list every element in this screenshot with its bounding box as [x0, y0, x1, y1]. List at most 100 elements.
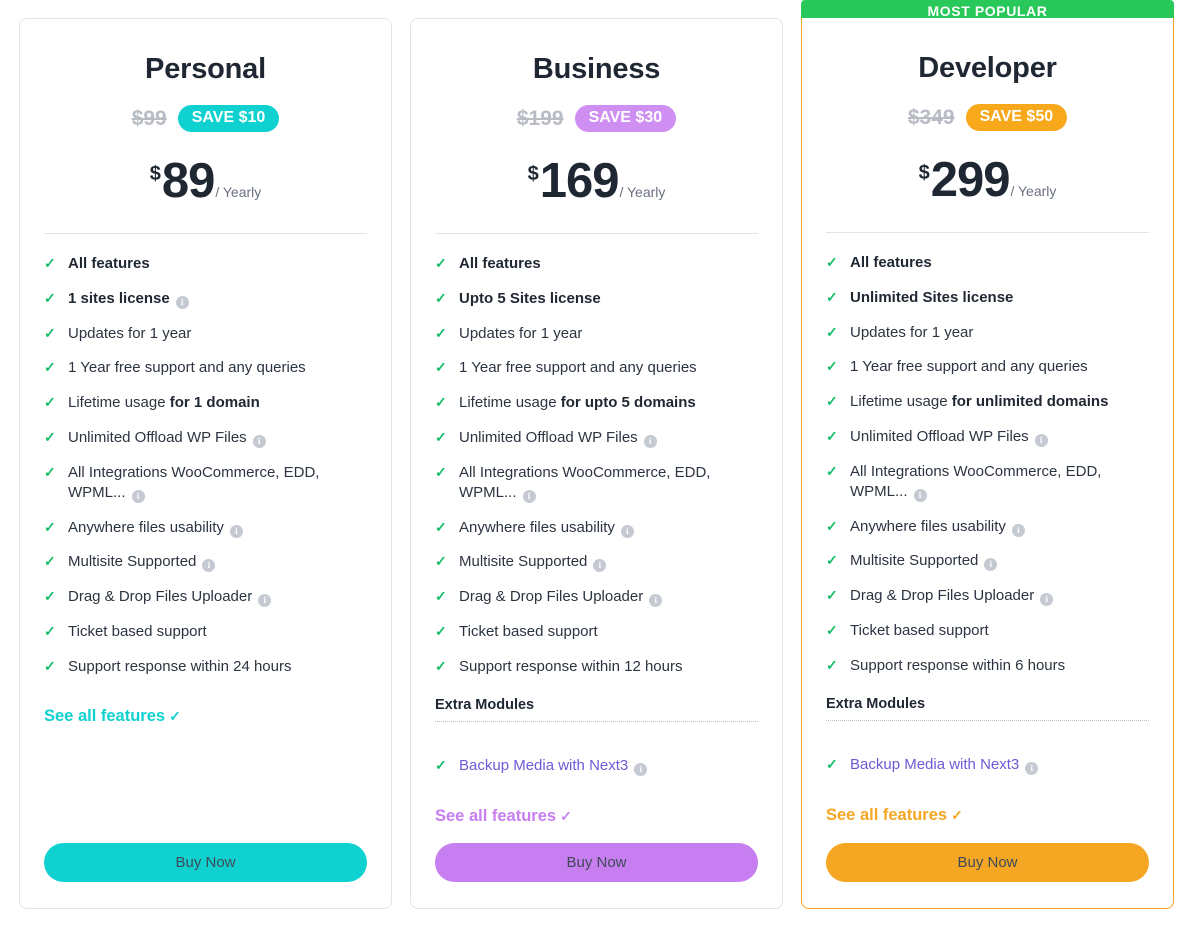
feature-text: Multisite Supported: [459, 553, 588, 571]
check-icon: ✓: [44, 588, 56, 604]
info-icon[interactable]: i: [649, 594, 663, 607]
feature-text: All features: [850, 254, 932, 271]
info-icon[interactable]: i: [1025, 762, 1039, 776]
feature-item: ✓ All Integrations WooCommerce, EDD, WPML…: [44, 463, 367, 504]
feature-text: All features: [68, 255, 150, 272]
save-badge: SAVE $50: [965, 104, 1068, 131]
feature-text: Drag & Drop Files Uploader: [68, 588, 253, 605]
see-all-features-link[interactable]: See all features ✓: [44, 707, 367, 726]
feature-text: Multisite Supported: [850, 552, 979, 570]
info-icon[interactable]: i: [252, 434, 266, 448]
feature-item: ✓ Anywhere files usability i: [435, 518, 758, 538]
info-icon[interactable]: i: [1040, 593, 1054, 606]
feature-item: ✓ Unlimited Sites license: [826, 288, 1149, 308]
buy-now-button[interactable]: Buy Now: [826, 843, 1149, 882]
check-icon: ✓: [44, 359, 56, 376]
feature-text: Support response within 12 hours: [459, 657, 683, 675]
extra-modules-heading: Extra Modules: [435, 697, 758, 723]
feature-label: Lifetime usage for unlimited domains: [850, 392, 1149, 412]
price-row: $169/ Yearly: [435, 157, 758, 206]
pricing-table: Personal $99 SAVE $10 $89/ Yearly ✓ All featu…: [0, 0, 1194, 933]
feature-label: All features: [850, 253, 1149, 273]
info-icon[interactable]: i: [643, 434, 657, 448]
check-icon: ✓: [44, 394, 56, 410]
feature-label: 1 sites license i: [68, 289, 367, 309]
info-icon[interactable]: i: [634, 763, 648, 777]
feature-label: Updates for 1 year: [68, 324, 367, 344]
feature-item: ✓ Multisite Supported i: [44, 552, 367, 573]
feature-text: Backup Media with Next3: [850, 756, 1020, 774]
check-icon: ✓: [44, 553, 56, 570]
feature-label: All Integrations WooCommerce, EDD, WPML.…: [459, 463, 758, 504]
feature-label: Multisite Supported i: [459, 552, 758, 573]
check-icon: ✓: [44, 518, 56, 535]
feature-item: ✓ Anywhere files usability i: [44, 518, 367, 538]
check-icon: ✓: [826, 587, 838, 603]
feature-item: ✓ All features: [826, 253, 1149, 273]
feature-item: ✓ 1 Year free support and any queries: [44, 358, 367, 378]
feature-text: Lifetime usage: [850, 393, 952, 410]
feature-label: Ticket based support: [459, 622, 758, 642]
feature-text: Ticket based support: [459, 622, 598, 640]
check-icon: ✓: [435, 588, 447, 604]
info-icon[interactable]: i: [1034, 433, 1048, 447]
see-all-features-link[interactable]: See all features ✓: [826, 806, 1149, 825]
price-amount: 89: [161, 154, 216, 208]
info-icon[interactable]: i: [131, 489, 145, 503]
buy-now-button[interactable]: Buy Now: [44, 843, 367, 882]
feature-item: ✓ Multisite Supported i: [435, 552, 758, 573]
info-icon[interactable]: i: [258, 594, 272, 607]
check-icon: ✓: [435, 428, 447, 445]
feature-label: Support response within 24 hours: [68, 657, 367, 677]
feature-text: Updates for 1 year: [850, 323, 974, 341]
price-amount: 169: [539, 154, 620, 208]
pricing-card-business: Business $199 SAVE $30 $169/ Yearly ✓ All fea…: [410, 18, 783, 909]
feature-label: All Integrations WooCommerce, EDD, WPML.…: [68, 463, 367, 504]
check-icon: ✓: [44, 463, 56, 480]
feature-label: Unlimited Offload WP Files i: [68, 428, 367, 448]
info-icon[interactable]: i: [229, 524, 243, 538]
check-icon: ✓: [826, 756, 838, 773]
extra-modules-heading: Extra Modules: [826, 696, 1149, 722]
feature-item: ✓ Unlimited Offload WP Files i: [435, 428, 758, 448]
check-icon: ✓: [826, 517, 838, 534]
info-icon[interactable]: i: [522, 489, 536, 503]
info-icon[interactable]: i: [175, 295, 189, 309]
feature-item: ✓ Ticket based support: [44, 622, 367, 642]
check-icon: ✓: [826, 323, 838, 340]
see-all-features-link[interactable]: See all features ✓: [435, 807, 758, 826]
header-divider: [435, 233, 758, 234]
price-row: $89/ Yearly: [44, 157, 367, 206]
check-icon: ✓: [44, 289, 56, 306]
info-icon[interactable]: i: [913, 488, 927, 502]
feature-label: Lifetime usage for 1 domain: [68, 393, 367, 413]
feature-text: 1 Year free support and any queries: [850, 358, 1088, 376]
feature-text: Unlimited Sites license: [850, 288, 1014, 306]
info-icon[interactable]: i: [984, 558, 998, 572]
check-icon: ✓: [826, 656, 838, 673]
feature-item: ✓ Updates for 1 year: [435, 324, 758, 344]
info-icon[interactable]: i: [202, 559, 216, 573]
feature-item: ✓ 1 Year free support and any queries: [435, 358, 758, 378]
see-all-features-label: See all features: [44, 707, 166, 726]
buy-now-button[interactable]: Buy Now: [435, 843, 758, 882]
feature-label: 1 Year free support and any queries: [68, 358, 367, 378]
feature-item: ✓ 1 sites license i: [44, 289, 367, 309]
feature-label: Multisite Supported i: [850, 551, 1149, 572]
info-icon[interactable]: i: [1011, 523, 1025, 537]
feature-item: ✓ Support response within 24 hours: [44, 657, 367, 677]
info-icon[interactable]: i: [593, 559, 607, 573]
feature-text: Anywhere files usability: [459, 518, 615, 536]
original-price: $199: [516, 106, 564, 130]
flex-spacer: [44, 726, 367, 843]
feature-item: ✓ All features: [435, 254, 758, 274]
check-icon: ✓: [435, 289, 447, 306]
feature-text: Ticket based support: [68, 622, 207, 640]
feature-text: All Integrations WooCommerce, EDD, WPML.…: [459, 463, 711, 501]
info-icon[interactable]: i: [620, 524, 634, 538]
original-price: $99: [131, 106, 167, 130]
plan-name: Personal: [145, 53, 266, 85]
feature-item: ✓ Upto 5 Sites license: [435, 289, 758, 309]
check-icon: ✓: [435, 359, 447, 376]
save-row: $199 SAVE $30: [435, 105, 758, 132]
